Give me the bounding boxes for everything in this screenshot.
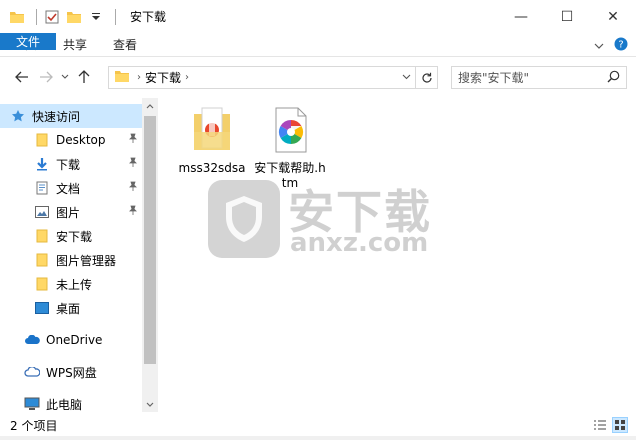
sidebar-item-label: 未上传 — [56, 277, 93, 292]
maximize-button[interactable]: ☐ — [544, 0, 590, 33]
item-count: 2 个项目 — [10, 418, 58, 433]
navigation-pane: 快速访问 Desktop 下载 文档 图片 安下载 图片管理器 未上传 桌面 O… — [0, 98, 158, 412]
sidebar-item-label: OneDrive — [46, 333, 103, 347]
file-list: mss32sdsa 安下载帮助.htm — [162, 98, 636, 412]
sidebar-item-label: 快速访问 — [32, 109, 81, 124]
window-controls: — ☐ ✕ — [498, 0, 636, 33]
chevron-right-icon[interactable]: › — [137, 72, 141, 83]
sidebar-item-documents[interactable]: 文档 — [0, 176, 142, 200]
file-item[interactable]: 安下载帮助.htm — [252, 106, 328, 191]
sidebar-item-quick-access[interactable]: 快速访问 — [0, 104, 142, 128]
nav-scrollbar[interactable] — [142, 98, 158, 412]
refresh-button[interactable] — [416, 66, 438, 89]
scroll-down-icon[interactable] — [142, 396, 158, 412]
sidebar-item-label: 图片 — [56, 205, 81, 220]
separator — [36, 8, 37, 25]
new-folder-icon[interactable] — [65, 8, 83, 26]
quick-access-toolbar — [0, 0, 122, 33]
folder-icon — [115, 70, 129, 85]
separator — [115, 8, 116, 25]
file-name: 安下载帮助.htm — [254, 161, 326, 190]
sidebar-item-label: WPS网盘 — [46, 365, 97, 380]
address-bar[interactable]: › 安下载 › — [108, 66, 416, 89]
recent-locations-button[interactable] — [58, 65, 72, 89]
details-view-icon[interactable] — [592, 417, 608, 433]
expand-ribbon-icon[interactable] — [594, 38, 604, 52]
search-input[interactable] — [458, 70, 598, 85]
archive-folder-icon — [192, 106, 232, 157]
address-dropdown-icon[interactable] — [402, 70, 411, 83]
refresh-icon — [421, 72, 432, 83]
sidebar-item-label: 此电脑 — [46, 397, 83, 412]
sidebar-item-desktop[interactable]: Desktop — [0, 128, 142, 152]
sidebar-item-label: 桌面 — [56, 301, 81, 316]
wps-cloud-icon — [24, 364, 40, 380]
sidebar-item-label: 文档 — [56, 181, 81, 196]
sidebar-item-onedrive[interactable]: OneDrive — [0, 328, 142, 352]
svg-text:?: ? — [618, 39, 623, 50]
window-title: 安下载 — [130, 10, 167, 24]
status-bar: 2 个项目 — [0, 414, 636, 436]
back-button[interactable] — [10, 65, 34, 89]
htm-file-icon — [270, 106, 310, 157]
folder-icon[interactable] — [8, 8, 26, 26]
arrow-left-icon — [15, 71, 28, 83]
desktop-icon — [34, 300, 50, 316]
navigation-bar: › 安下载 › — [0, 60, 636, 94]
star-icon — [10, 108, 26, 124]
folder-icon — [34, 276, 50, 292]
file-item[interactable]: mss32sdsa — [174, 106, 250, 176]
large-icons-view-icon[interactable] — [612, 417, 628, 433]
title-bar: 安下载 — ☐ ✕ — [0, 0, 636, 33]
folder-icon — [34, 228, 50, 244]
sidebar-item-label: 图片管理器 — [56, 253, 117, 268]
sidebar-item-this-pc[interactable]: 此电脑 — [0, 392, 142, 416]
download-icon — [34, 156, 50, 172]
sidebar-item-pictures[interactable]: 图片 — [0, 200, 142, 224]
folder-icon — [34, 252, 50, 268]
ribbon-right-controls: ? — [594, 33, 628, 57]
up-button[interactable] — [72, 65, 96, 89]
picture-icon — [34, 204, 50, 220]
pin-icon[interactable] — [128, 205, 138, 218]
computer-icon — [24, 396, 40, 412]
scroll-up-icon[interactable] — [142, 98, 158, 114]
tab-file[interactable]: 文件 — [0, 33, 56, 50]
sidebar-item-image-manager[interactable]: 图片管理器 — [0, 248, 142, 272]
sidebar-item-label: 下载 — [56, 157, 81, 172]
scrollbar-thumb[interactable] — [144, 116, 156, 364]
properties-icon[interactable] — [43, 8, 61, 26]
sidebar-item-desktop-cn[interactable]: 桌面 — [0, 296, 142, 320]
search-box[interactable] — [451, 66, 627, 89]
sidebar-item-wps-cloud[interactable]: WPS网盘 — [0, 360, 142, 384]
arrow-up-icon — [78, 70, 90, 83]
search-icon[interactable] — [607, 70, 620, 86]
file-name: mss32sdsa — [178, 161, 246, 175]
close-button[interactable]: ✕ — [590, 0, 636, 33]
sidebar-item-label: 安下载 — [56, 229, 93, 244]
help-icon[interactable]: ? — [614, 37, 628, 54]
tab-share[interactable]: 共享 — [50, 33, 100, 56]
sidebar-item-not-uploaded[interactable]: 未上传 — [0, 272, 142, 296]
forward-button[interactable] — [34, 65, 58, 89]
pin-icon[interactable] — [128, 181, 138, 194]
minimize-button[interactable]: — — [498, 0, 544, 33]
chevron-down-icon — [61, 74, 69, 79]
arrow-right-icon — [40, 71, 53, 83]
breadcrumb-current[interactable]: 安下载 — [145, 69, 181, 86]
customize-dropdown-icon[interactable] — [87, 8, 105, 26]
sidebar-item-downloads[interactable]: 下载 — [0, 152, 142, 176]
folder-icon — [34, 132, 50, 148]
bottom-edge — [0, 436, 636, 440]
chevron-right-icon[interactable]: › — [185, 72, 189, 83]
document-icon — [34, 180, 50, 196]
sidebar-item-label: Desktop — [56, 133, 106, 147]
ribbon-tabs: 文件 主页 共享 查看 ? — [0, 33, 636, 57]
pin-icon[interactable] — [128, 133, 138, 146]
tab-view[interactable]: 查看 — [100, 33, 150, 56]
view-toggle — [592, 417, 628, 433]
sidebar-item-anxiazai[interactable]: 安下载 — [0, 224, 142, 248]
pin-icon[interactable] — [128, 157, 138, 170]
cloud-icon — [24, 332, 40, 348]
